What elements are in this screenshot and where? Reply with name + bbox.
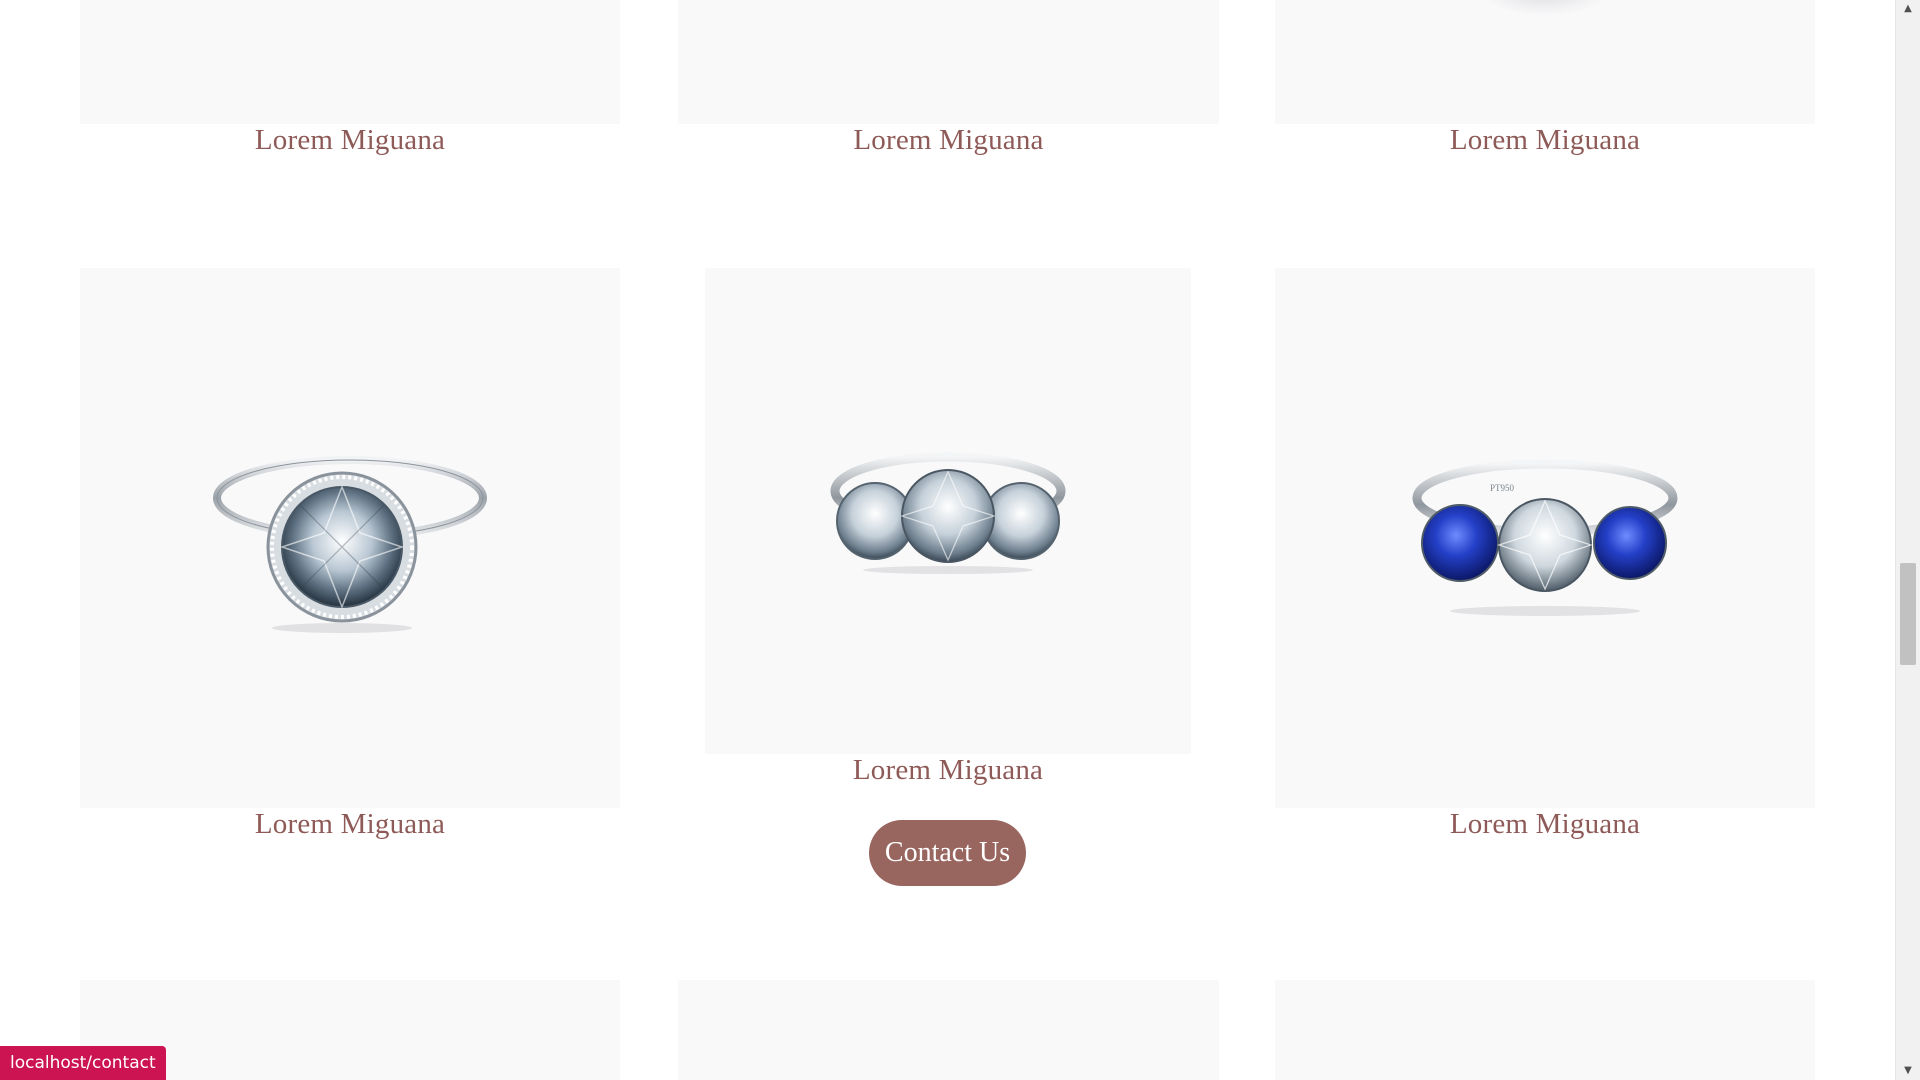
product-card[interactable]: Lorem Miguana <box>80 0 620 170</box>
product-image[interactable] <box>705 268 1191 754</box>
ring-shadow <box>1480 0 1610 15</box>
product-card[interactable]: Lorem Miguana <box>678 0 1219 170</box>
product-card[interactable] <box>1275 980 1815 1080</box>
product-image[interactable] <box>80 268 620 808</box>
scrollbar-thumb[interactable] <box>1900 563 1916 665</box>
product-image[interactable]: PT950 <box>1275 268 1815 808</box>
scroll-down-arrow-icon[interactable]: ▼ <box>1896 1062 1920 1080</box>
halo-ring-image <box>213 456 487 633</box>
product-image[interactable] <box>1275 980 1815 1080</box>
product-image[interactable] <box>80 0 620 124</box>
product-image[interactable] <box>678 0 1219 124</box>
three-stone-ring-image <box>830 452 1066 574</box>
product-title[interactable]: Lorem Miguana <box>80 124 620 157</box>
link-status-bar: localhost/contact <box>0 1046 166 1080</box>
ring-engraving: PT950 <box>1490 483 1515 493</box>
product-card[interactable]: Lorem Miguana <box>705 268 1191 798</box>
vertical-scrollbar[interactable]: ▲ ▼ <box>1895 0 1920 1080</box>
product-card[interactable]: Lorem Miguana <box>1275 0 1815 170</box>
product-title[interactable]: Lorem Miguana <box>1275 808 1815 841</box>
product-title[interactable]: Lorem Miguana <box>705 754 1191 787</box>
product-card[interactable]: PT950 Lorem Miguana <box>1275 268 1815 848</box>
sapphire-ring-image: PT950 <box>1412 459 1678 616</box>
product-card[interactable] <box>678 980 1219 1080</box>
product-title[interactable]: Lorem Miguana <box>678 124 1219 157</box>
product-card[interactable]: Lorem Miguana <box>80 268 620 848</box>
contact-us-button[interactable]: Contact Us <box>869 820 1026 886</box>
product-title[interactable]: Lorem Miguana <box>80 808 620 841</box>
product-image[interactable] <box>1275 0 1815 124</box>
product-title[interactable]: Lorem Miguana <box>1275 124 1815 157</box>
product-image[interactable] <box>678 980 1219 1080</box>
page: Lorem Miguana Lorem Miguana Lorem Miguan… <box>0 0 1896 1080</box>
scroll-up-arrow-icon[interactable]: ▲ <box>1896 0 1920 18</box>
